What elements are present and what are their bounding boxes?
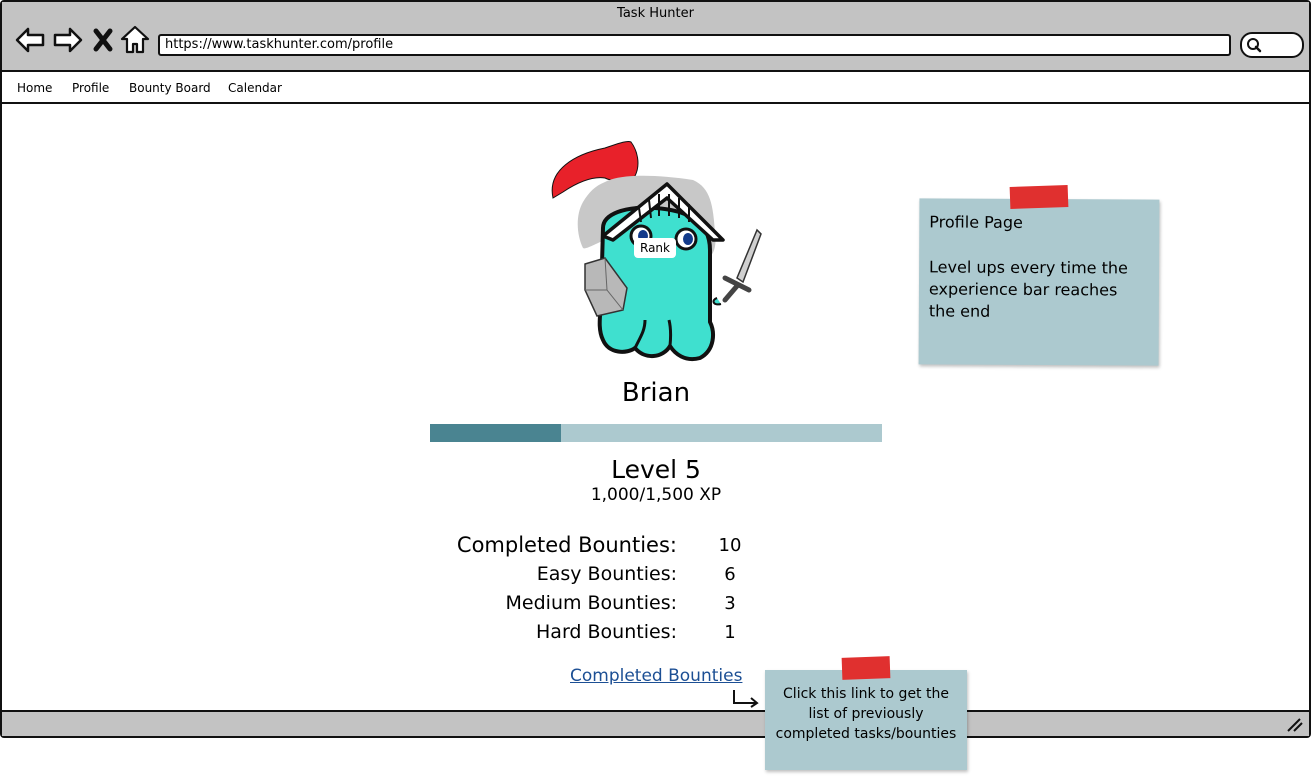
stat-label-hard: Hard Bounties: — [536, 621, 677, 643]
status-bar — [2, 710, 1309, 736]
stat-label-medium: Medium Bounties: — [505, 592, 677, 614]
tape — [1009, 184, 1069, 210]
url-bar[interactable]: https://www.taskhunter.com/profile — [158, 34, 1231, 56]
forward-arrow-icon[interactable] — [52, 24, 84, 56]
menu-item-home[interactable]: Home — [17, 81, 52, 95]
xp-progress-bar — [430, 424, 882, 442]
sticky-note-profile: Profile Page Level ups every time the ex… — [918, 198, 1160, 366]
search-icon — [1247, 38, 1262, 53]
close-icon[interactable] — [90, 24, 116, 56]
level-label: Level 5 — [611, 455, 701, 484]
tape — [841, 656, 891, 680]
menu-item-profile[interactable]: Profile — [72, 81, 109, 95]
search-box[interactable] — [1240, 32, 1304, 58]
stat-value-completed: 10 — [718, 535, 742, 556]
title-bar: Task Hunter https://www.taskhunter.com/p… — [2, 2, 1309, 72]
xp-text: 1,000/1,500 XP — [590, 485, 722, 505]
menu-item-bounty-board[interactable]: Bounty Board — [129, 81, 211, 95]
stat-value-easy: 6 — [724, 564, 736, 585]
note-body: Click this link to get the list of previ… — [775, 686, 957, 742]
menu-item-calendar[interactable]: Calendar — [228, 81, 282, 95]
rank-badge: Rank — [634, 238, 676, 258]
window-title: Task Hunter — [617, 6, 694, 21]
resize-grip-icon[interactable] — [1285, 718, 1303, 732]
stat-value-hard: 1 — [724, 622, 736, 643]
menu-bar: Home Profile Bounty Board Calendar — [2, 74, 1309, 104]
stat-label-completed: Completed Bounties: — [456, 533, 677, 557]
xp-progress-fill — [430, 424, 562, 442]
stat-label-easy: Easy Bounties: — [536, 563, 677, 585]
back-arrow-icon[interactable] — [14, 24, 46, 56]
profile-name: Brian — [621, 378, 691, 408]
stat-value-medium: 3 — [724, 593, 736, 614]
sticky-note-link: Click this link to get the list of previ… — [765, 670, 967, 770]
completed-bounties-link[interactable]: Completed Bounties — [570, 666, 742, 686]
note-body: Level ups every time the experience bar … — [928, 257, 1128, 321]
arrow-icon — [733, 690, 759, 708]
note-title: Profile Page — [929, 212, 1023, 232]
home-icon[interactable] — [119, 24, 151, 56]
